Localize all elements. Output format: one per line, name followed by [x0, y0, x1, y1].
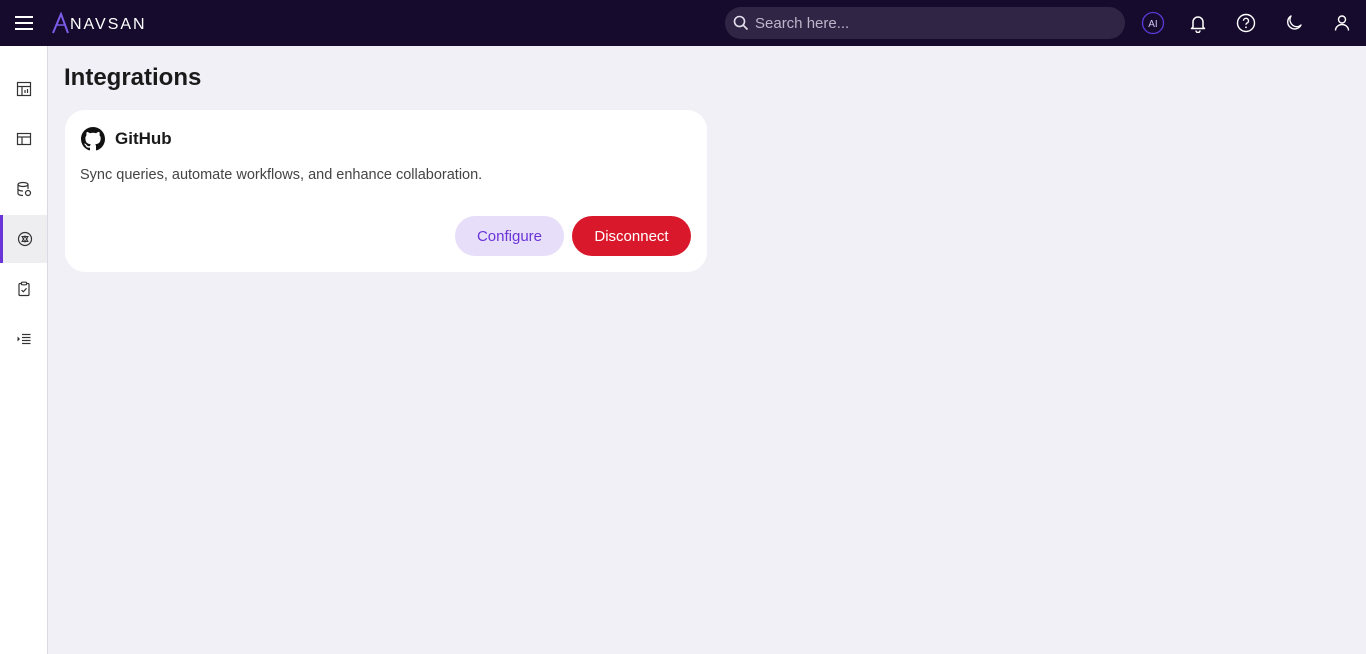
help-icon[interactable] — [1234, 11, 1258, 35]
layout-icon — [16, 132, 31, 146]
search-box[interactable] — [725, 7, 1125, 39]
bell-icon[interactable] — [1186, 11, 1210, 35]
card-title: GitHub — [115, 129, 172, 148]
configure-button[interactable]: Configure — [455, 216, 564, 256]
card-description: Sync queries, automate workflows, and en… — [80, 167, 483, 183]
database-icon — [16, 181, 31, 197]
page-title: Integrations — [64, 64, 202, 91]
top-bar: NAVSAN AI — [0, 0, 1366, 46]
disconnect-button[interactable]: Disconnect — [572, 216, 691, 256]
github-icon — [81, 127, 105, 151]
search-icon — [733, 15, 749, 31]
list-indent-icon — [17, 333, 30, 345]
ai-label: AI — [1148, 19, 1157, 30]
user-icon[interactable] — [1330, 11, 1354, 35]
logo[interactable]: NAVSAN — [52, 9, 147, 37]
menu-icon[interactable] — [14, 13, 34, 33]
sidebar-item-integrations[interactable] — [0, 215, 47, 263]
integrations-icon — [17, 231, 33, 247]
moon-icon[interactable] — [1282, 11, 1306, 35]
dashboard-icon — [16, 81, 31, 97]
integration-card-github: GitHub Sync queries, automate workflows,… — [65, 110, 707, 272]
sidebar-item-layout[interactable] — [0, 115, 47, 163]
ai-icon[interactable]: AI — [1141, 11, 1165, 35]
sidebar-item-database[interactable] — [0, 165, 47, 213]
logo-text: NAVSAN — [70, 16, 147, 33]
card-header: GitHub — [81, 127, 172, 151]
sidebar-item-logs[interactable] — [0, 315, 47, 363]
sidebar-item-dashboard[interactable] — [0, 65, 47, 113]
sidebar-item-tasks[interactable] — [0, 265, 47, 313]
search-input[interactable] — [755, 14, 1105, 32]
sidebar — [0, 46, 48, 654]
logo-mark-icon — [52, 12, 69, 34]
clipboard-check-icon — [17, 281, 30, 297]
